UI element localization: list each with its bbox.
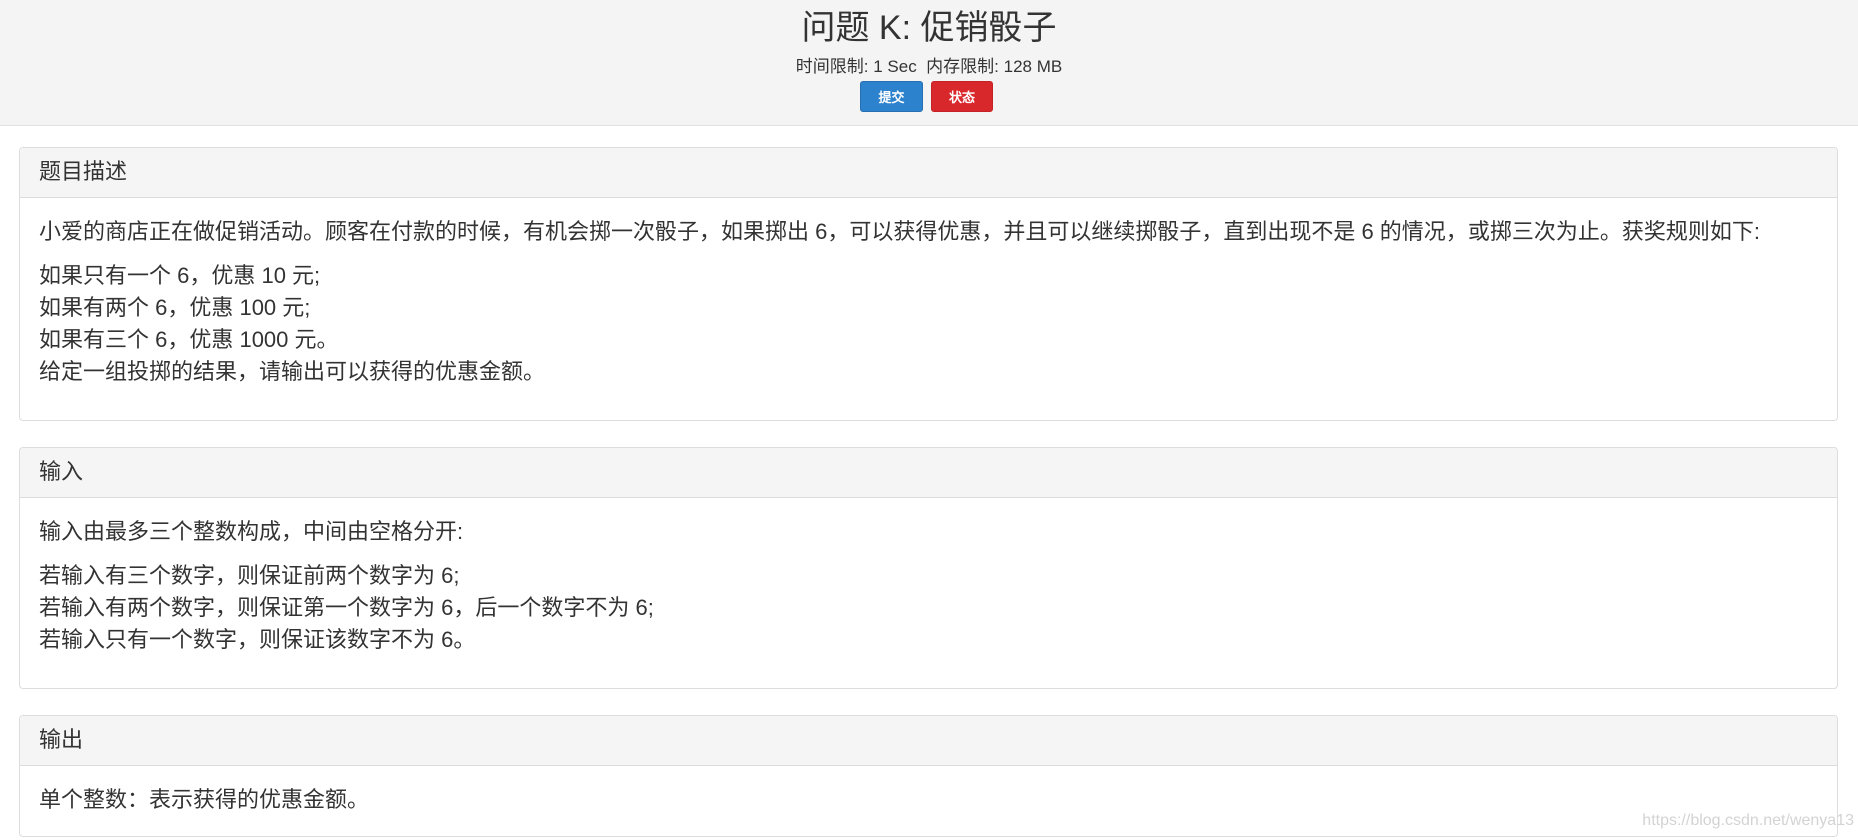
output-body: 单个整数：表示获得的优惠金额。: [20, 766, 1837, 816]
rule-line: 如果有两个 6，优惠 100 元;: [39, 295, 311, 320]
input-rule-line: 若输入有两个数字，则保证第一个数字为 6，后一个数字不为 6;: [39, 595, 654, 620]
input-paragraph: 输入由最多三个整数构成，中间由空格分开:: [39, 519, 464, 544]
memory-limit-value: 128 MB: [1003, 57, 1063, 76]
input-body: 输入由最多三个整数构成，中间由空格分开: 若输入有三个数字，则保证前两个数字为 …: [20, 498, 1837, 656]
input-rule-line: 若输入有三个数字，则保证前两个数字为 6;: [39, 563, 460, 588]
input-rules: 若输入有三个数字，则保证前两个数字为 6; 若输入有两个数字，则保证第一个数字为…: [39, 560, 1818, 656]
output-panel: 输出 单个整数：表示获得的优惠金额。: [19, 715, 1838, 837]
description-rules: 如果只有一个 6，优惠 10 元; 如果有两个 6，优惠 100 元; 如果有三…: [39, 260, 1818, 388]
input-rule-line: 若输入只有一个数字，则保证该数字不为 6。: [39, 627, 476, 652]
time-limit-value: 1 Sec: [873, 57, 917, 76]
input-heading: 输入: [20, 448, 1837, 498]
rule-line: 给定一组投掷的结果，请输出可以获得的优惠金额。: [39, 359, 546, 384]
problem-header: 问题 K: 促销骰子 时间限制: 1 Sec 内存限制: 128 MB 提交 状…: [0, 0, 1858, 126]
submit-button[interactable]: 提交: [860, 81, 923, 112]
output-paragraph: 单个整数：表示获得的优惠金额。: [39, 787, 370, 812]
rule-line: 如果有三个 6，优惠 1000 元。: [39, 327, 339, 352]
status-button[interactable]: 状态: [931, 81, 993, 112]
time-limit-label: 时间限制:: [795, 57, 869, 76]
rule-line: 如果只有一个 6，优惠 10 元;: [39, 263, 321, 288]
watermark: https://blog.csdn.net/wenya13: [1642, 812, 1854, 829]
description-heading: 题目描述: [20, 148, 1837, 198]
output-heading: 输出: [20, 716, 1837, 766]
problem-title: 问题 K: 促销骰子: [801, 9, 1057, 47]
input-panel: 输入 输入由最多三个整数构成，中间由空格分开: 若输入有三个数字，则保证前两个数…: [19, 447, 1838, 689]
description-paragraph: 小爱的商店正在做促销活动。顾客在付款的时候，有机会掷一次骰子，如果掷出 6，可以…: [39, 219, 1760, 244]
description-panel: 题目描述 小爱的商店正在做促销活动。顾客在付款的时候，有机会掷一次骰子，如果掷出…: [19, 147, 1838, 421]
memory-limit-label: 内存限制:: [926, 57, 999, 76]
problem-limits: 时间限制: 1 Sec 内存限制: 128 MB: [0, 56, 1858, 78]
description-body: 小爱的商店正在做促销活动。顾客在付款的时候，有机会掷一次骰子，如果掷出 6，可以…: [20, 198, 1837, 388]
